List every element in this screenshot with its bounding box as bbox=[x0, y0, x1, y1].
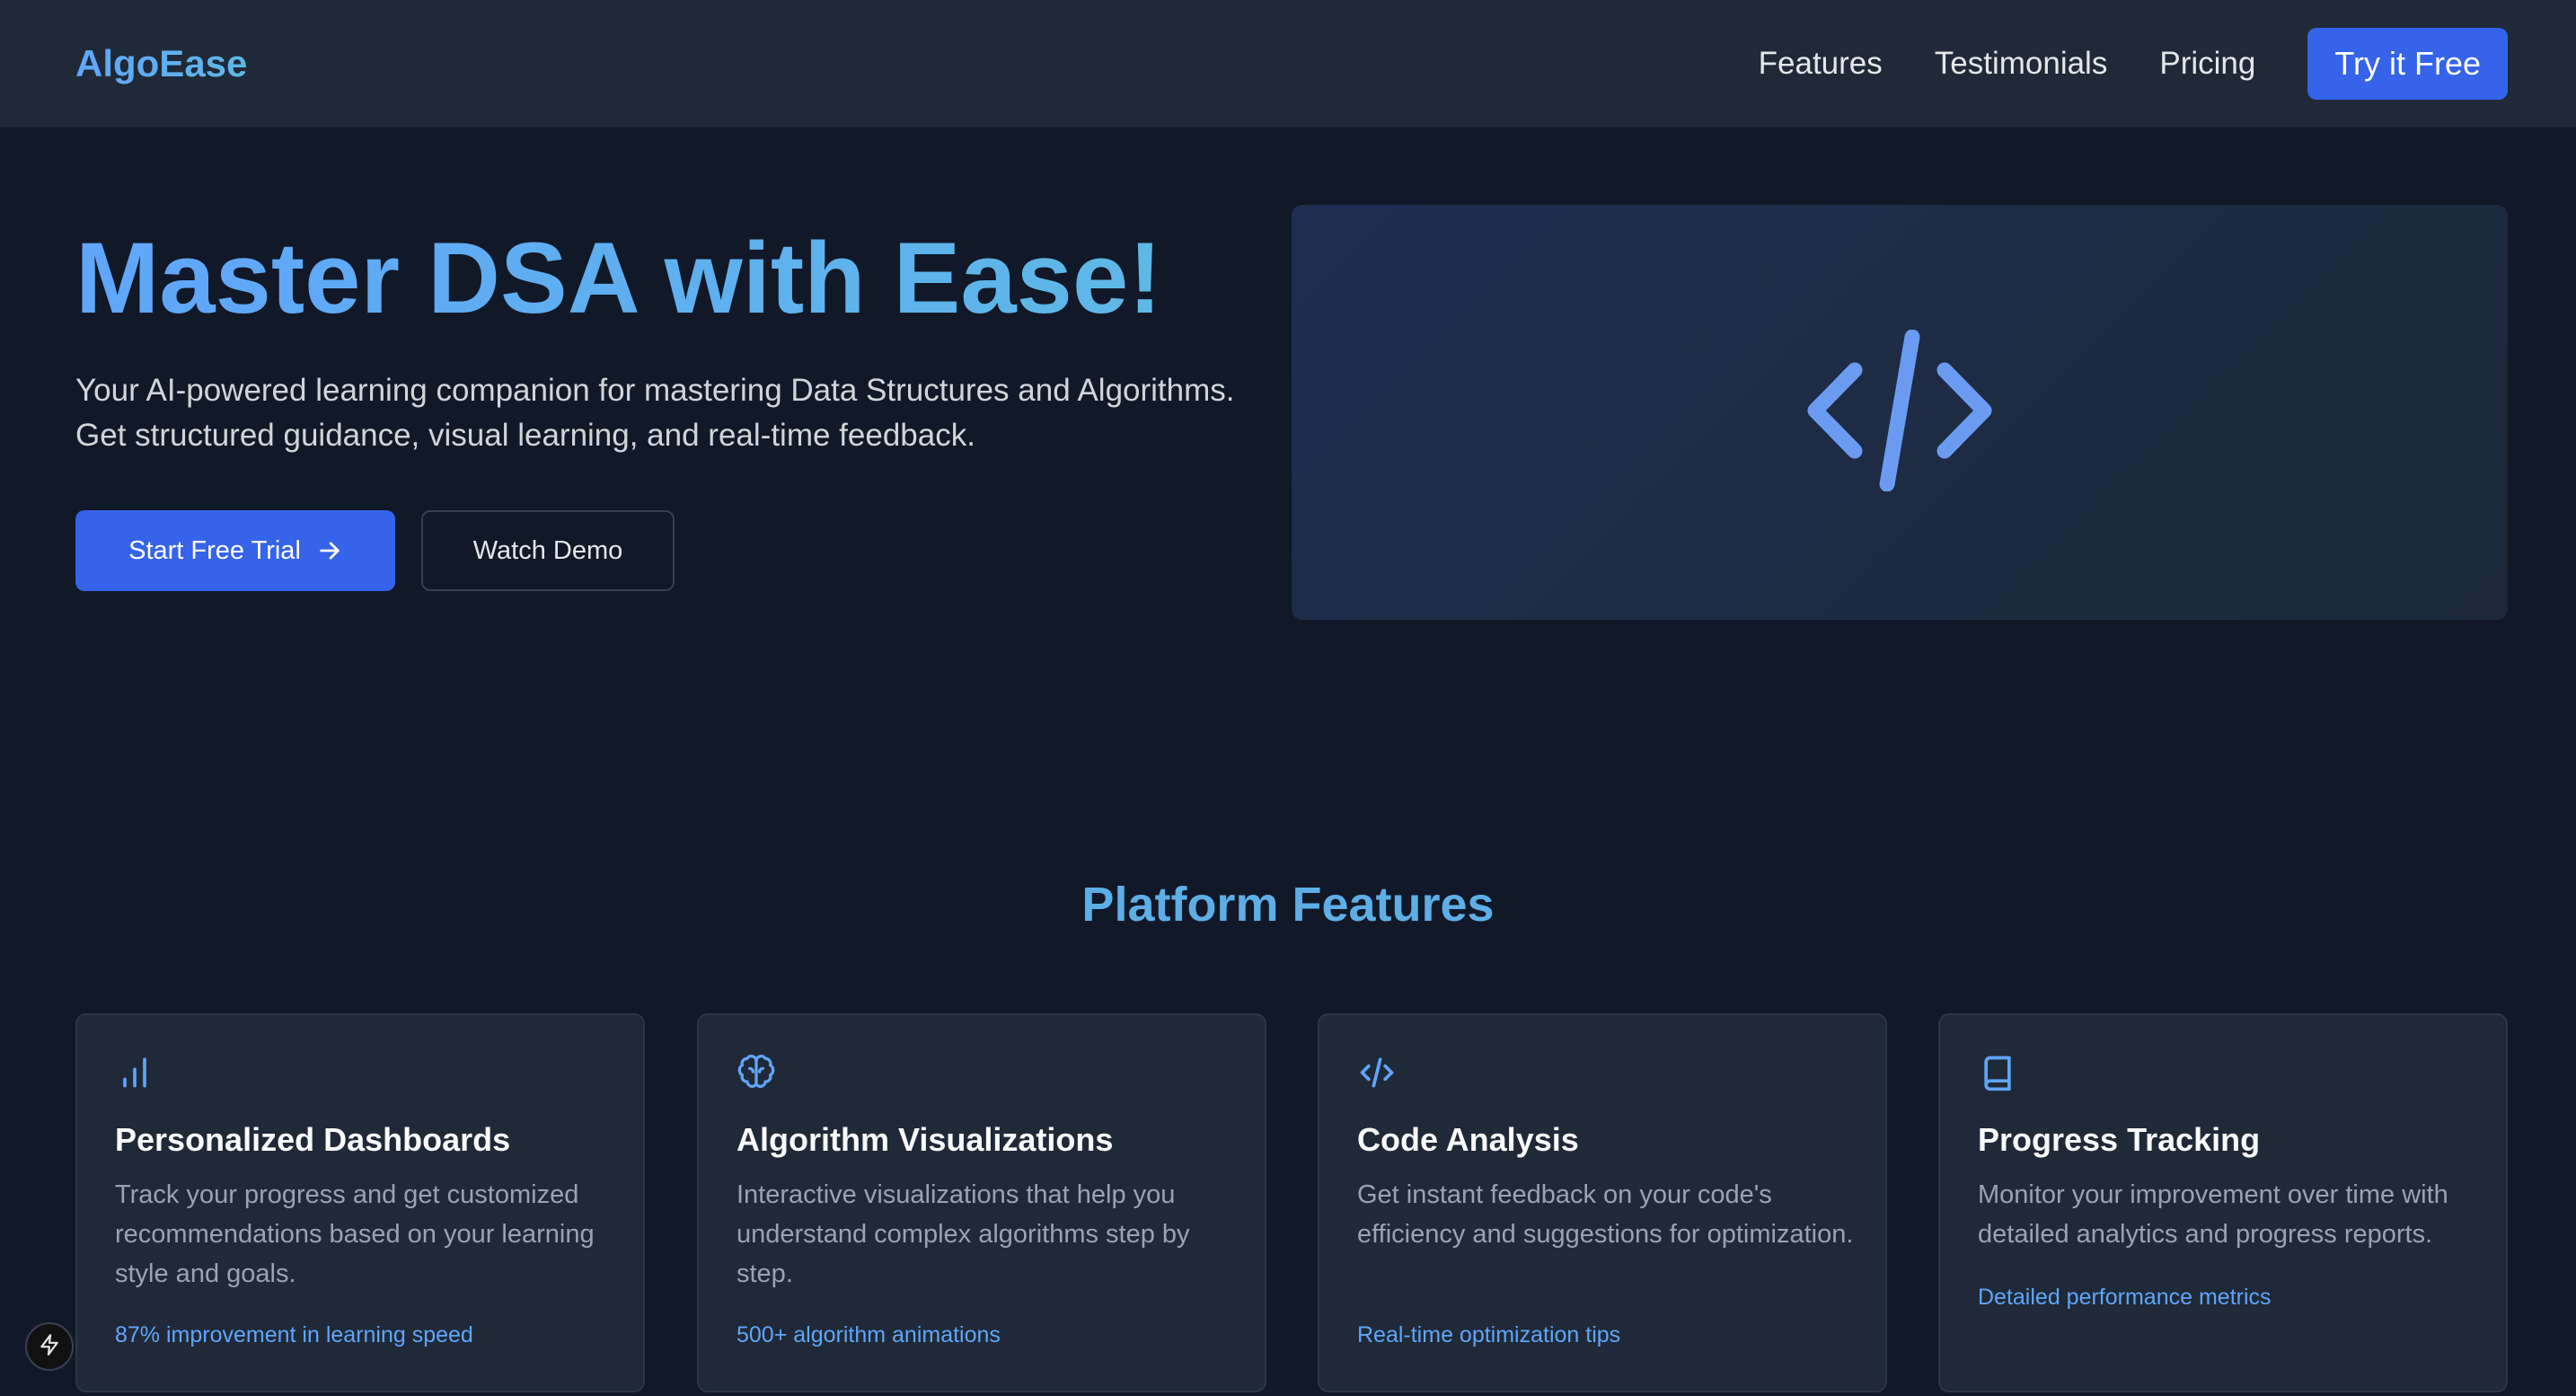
feature-card-title: Personalized Dashboards bbox=[115, 1121, 511, 1158]
feature-card-progress-tracking[interactable]: Progress Tracking Monitor your improveme… bbox=[1938, 1013, 2508, 1392]
hero-subtitle: Your AI-powered learning companion for m… bbox=[75, 368, 1333, 458]
feature-card-stat: Real-time optimization tips bbox=[1357, 1322, 1621, 1347]
watch-demo-button[interactable]: Watch Demo bbox=[421, 510, 675, 591]
features-section-title: Platform Features bbox=[1081, 878, 1495, 932]
nav-link-testimonials[interactable]: Testimonials bbox=[1935, 46, 2108, 82]
hero-subtitle-line1: Your AI-powered learning companion for m… bbox=[75, 373, 1235, 408]
nav-link-features[interactable]: Features bbox=[1759, 46, 1883, 82]
lightning-bolt-icon bbox=[38, 1333, 61, 1361]
feature-card-title: Algorithm Visualizations bbox=[737, 1121, 1114, 1158]
feature-card-title: Code Analysis bbox=[1357, 1121, 1579, 1158]
arrow-right-icon bbox=[317, 538, 342, 563]
code-icon bbox=[1801, 329, 1998, 496]
hero-subtitle-line2: Get structured guidance, visual learning… bbox=[75, 418, 975, 453]
feature-card-dashboards[interactable]: Personalized Dashboards Track your progr… bbox=[75, 1013, 645, 1392]
bolt-badge-button[interactable] bbox=[25, 1322, 74, 1371]
hero-illustration-panel bbox=[1292, 205, 2508, 620]
code-icon bbox=[1357, 1053, 1397, 1092]
feature-card-description: Track your progress and get customized r… bbox=[115, 1180, 595, 1288]
start-free-trial-label: Start Free Trial bbox=[128, 535, 301, 565]
top-navbar: AlgoEase Features Testimonials Pricing T… bbox=[0, 0, 2576, 128]
try-free-button[interactable]: Try it Free bbox=[2307, 28, 2508, 100]
feature-card-stat: 500+ algorithm animations bbox=[737, 1322, 1001, 1347]
feature-card-description: Get instant feedback on your code's effi… bbox=[1357, 1180, 1854, 1249]
start-free-trial-button[interactable]: Start Free Trial bbox=[75, 510, 395, 591]
book-icon bbox=[1978, 1053, 2017, 1092]
feature-card-stat: 87% improvement in learning speed bbox=[115, 1322, 473, 1347]
feature-card-code-analysis[interactable]: Code Analysis Get instant feedback on yo… bbox=[1318, 1013, 1887, 1392]
brand-logo[interactable]: AlgoEase bbox=[75, 42, 247, 85]
nav-links: Features Testimonials Pricing Try it Fre… bbox=[1759, 28, 2508, 100]
feature-card-description: Monitor your improvement over time with … bbox=[1978, 1180, 2448, 1249]
feature-card-description: Interactive visualizations that help you… bbox=[737, 1180, 1190, 1288]
bar-chart-icon bbox=[115, 1053, 154, 1092]
feature-card-visualizations[interactable]: Algorithm Visualizations Interactive vis… bbox=[697, 1013, 1266, 1392]
nav-link-pricing[interactable]: Pricing bbox=[2159, 46, 2255, 82]
feature-card-title: Progress Tracking bbox=[1978, 1121, 2261, 1158]
hero-title: Master DSA with Ease! bbox=[75, 222, 1162, 334]
feature-card-stat: Detailed performance metrics bbox=[1978, 1285, 2272, 1310]
brain-icon bbox=[737, 1053, 776, 1092]
